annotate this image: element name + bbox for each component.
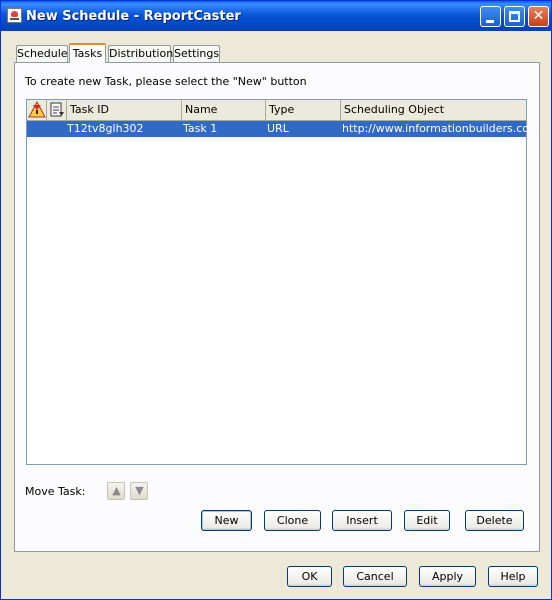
dialog-window: New Schedule - ReportCaster ✕ Schedule T… bbox=[0, 0, 552, 600]
maximize-icon bbox=[509, 11, 520, 22]
move-up-button[interactable]: ▲ bbox=[107, 482, 125, 500]
arrow-down-icon: ▼ bbox=[135, 484, 144, 497]
cancel-button[interactable]: Cancel bbox=[343, 566, 407, 587]
ok-button[interactable]: OK bbox=[287, 566, 332, 587]
maximize-button[interactable] bbox=[504, 6, 525, 27]
scheduling-object-cell: http://www.informationbuilders.com bbox=[342, 122, 540, 135]
task-id-cell: T12tv8glh302 bbox=[67, 122, 144, 135]
arrow-up-icon: ▲ bbox=[112, 484, 121, 497]
new-button[interactable]: New bbox=[201, 510, 252, 531]
move-task-label: Move Task: bbox=[25, 485, 86, 498]
warning-icon bbox=[28, 101, 46, 118]
close-icon: ✕ bbox=[532, 8, 545, 24]
column-header-status[interactable] bbox=[27, 100, 47, 120]
apply-button[interactable]: Apply bbox=[419, 566, 476, 587]
tab-settings[interactable]: Settings bbox=[173, 45, 220, 62]
column-header-name[interactable]: Name bbox=[182, 100, 266, 120]
insert-button[interactable]: Insert bbox=[332, 510, 392, 531]
table-row[interactable]: T12tv8glh302 Task 1 URL http://www.infor… bbox=[27, 121, 540, 137]
window-title: New Schedule - ReportCaster bbox=[26, 9, 241, 24]
minimize-icon bbox=[486, 20, 494, 23]
task-type-cell: URL bbox=[267, 122, 289, 135]
column-header-scheduling-object[interactable]: Scheduling Object bbox=[341, 100, 526, 120]
tab-tasks[interactable]: Tasks bbox=[69, 43, 106, 63]
tasks-table: Task ID Name Type Scheduling Object T12t… bbox=[26, 99, 540, 465]
edit-button[interactable]: Edit bbox=[404, 510, 450, 531]
close-button[interactable]: ✕ bbox=[528, 6, 549, 27]
column-header-type[interactable]: Type bbox=[266, 100, 341, 120]
clone-button[interactable]: Clone bbox=[264, 510, 321, 531]
tab-schedule[interactable]: Schedule bbox=[16, 45, 68, 62]
column-header-type-icon[interactable] bbox=[47, 100, 67, 120]
title-bar[interactable]: New Schedule - ReportCaster ✕ bbox=[1, 1, 551, 31]
document-icon bbox=[50, 102, 64, 117]
minimize-button[interactable] bbox=[480, 6, 501, 27]
delete-button[interactable]: Delete bbox=[465, 510, 524, 531]
help-button[interactable]: Help bbox=[488, 566, 538, 587]
task-name-cell: Task 1 bbox=[183, 122, 218, 135]
instructions-text: To create new Task, please select the "N… bbox=[25, 75, 307, 88]
tab-distribution[interactable]: Distribution bbox=[108, 45, 173, 62]
move-down-button[interactable]: ▼ bbox=[130, 482, 148, 500]
table-header: Task ID Name Type Scheduling Object bbox=[27, 100, 526, 121]
column-header-task-id[interactable]: Task ID bbox=[67, 100, 182, 120]
java-app-icon bbox=[7, 8, 22, 23]
